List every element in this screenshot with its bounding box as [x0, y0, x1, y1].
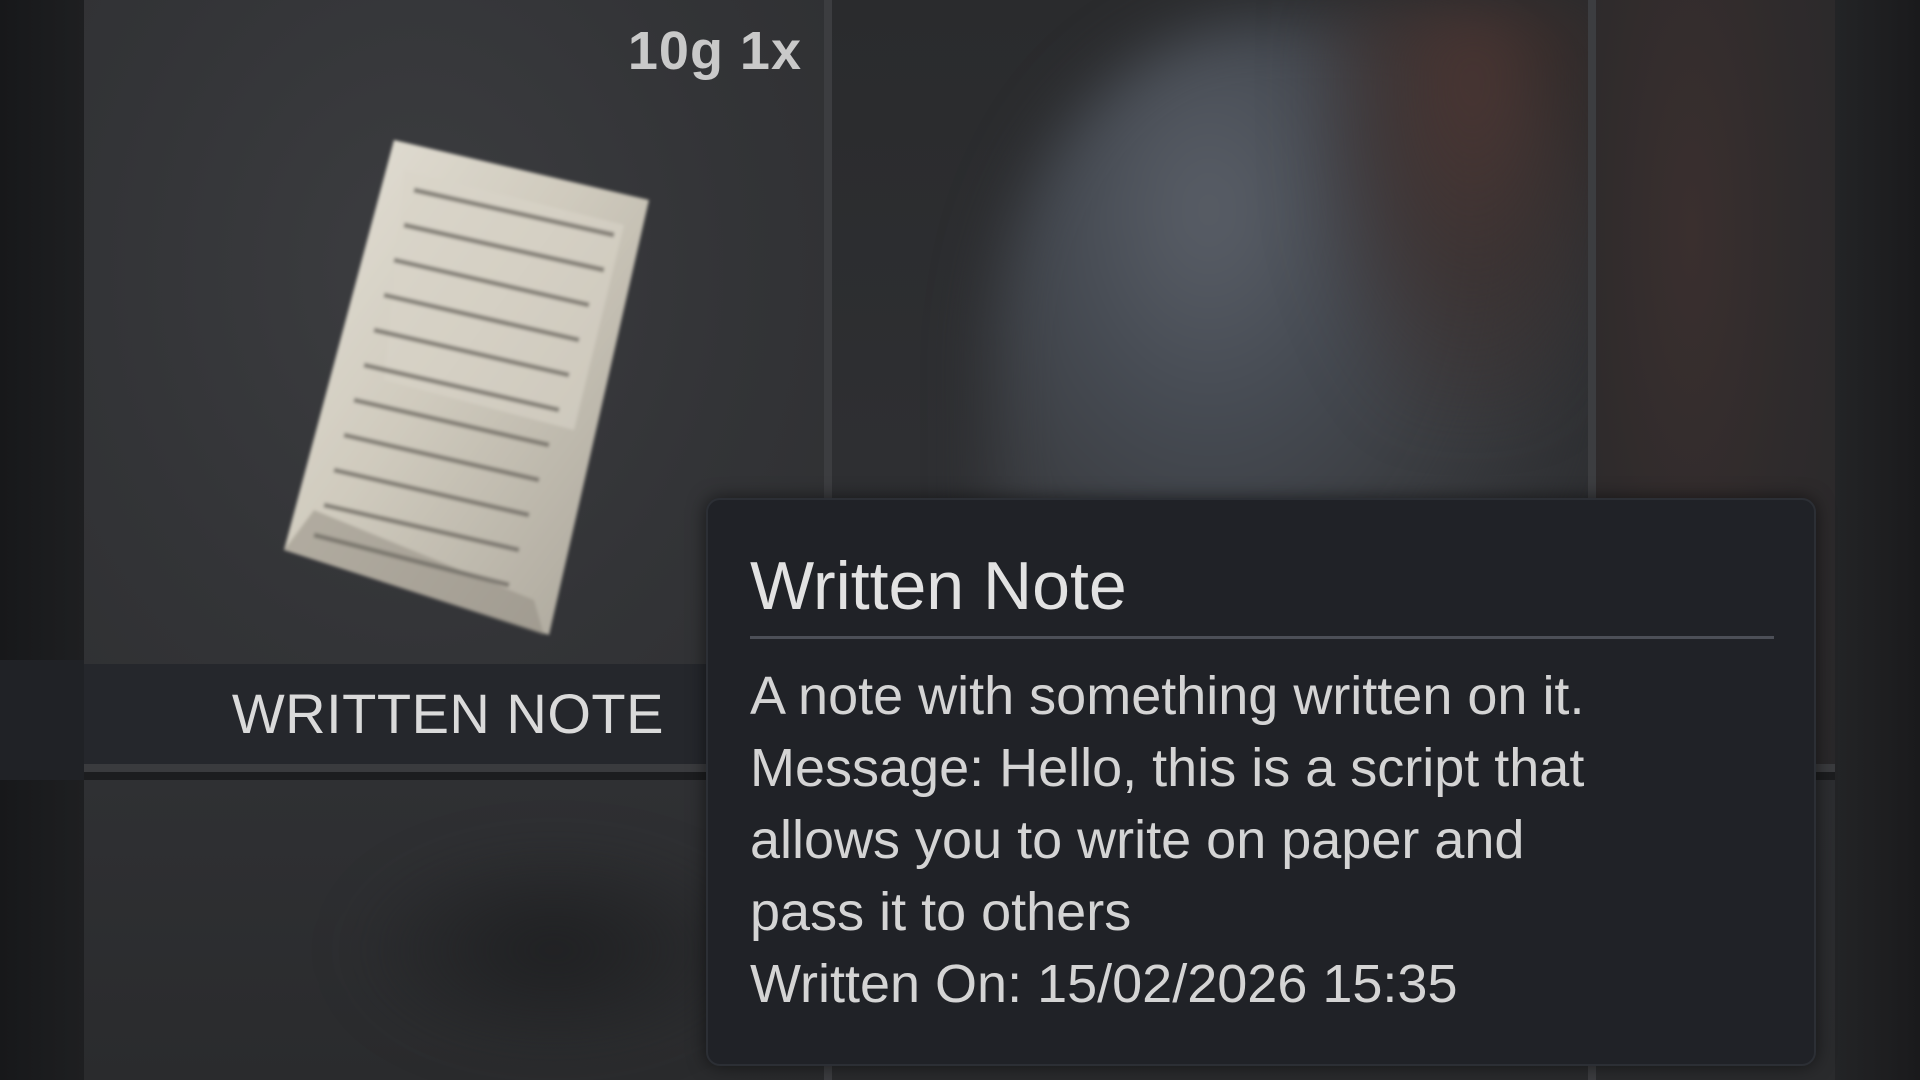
blurred-item-preview — [344, 840, 764, 1060]
blurred-item-accent — [1312, 0, 1588, 420]
inventory-left-edge — [0, 0, 84, 1080]
item-tooltip: Written Note A note with something writt… — [706, 498, 1816, 1066]
tooltip-line: allows you to write on paper and — [750, 810, 1525, 870]
tooltip-description: A note with something written on it. Mes… — [750, 660, 1790, 1020]
tooltip-line: A note with something written on it. — [750, 666, 1585, 726]
tooltip-line: pass it to others — [750, 882, 1132, 942]
tooltip-line: Message: Hello, this is a script that — [750, 738, 1585, 798]
tooltip-divider — [750, 636, 1774, 639]
inventory-view: 10g 1x WRITTEN NOTE Written Note A note … — [0, 0, 1920, 1080]
item-label: WRITTEN NOTE — [231, 682, 664, 745]
inventory-left-band — [0, 660, 84, 780]
inventory-right-edge — [1835, 0, 1920, 1080]
tooltip-line: Written On: 15/02/2026 15:35 — [750, 954, 1458, 1014]
paper-note-icon — [284, 140, 649, 635]
tooltip-title: Written Note — [750, 548, 1127, 624]
item-weight-count: 10g 1x — [627, 21, 802, 81]
